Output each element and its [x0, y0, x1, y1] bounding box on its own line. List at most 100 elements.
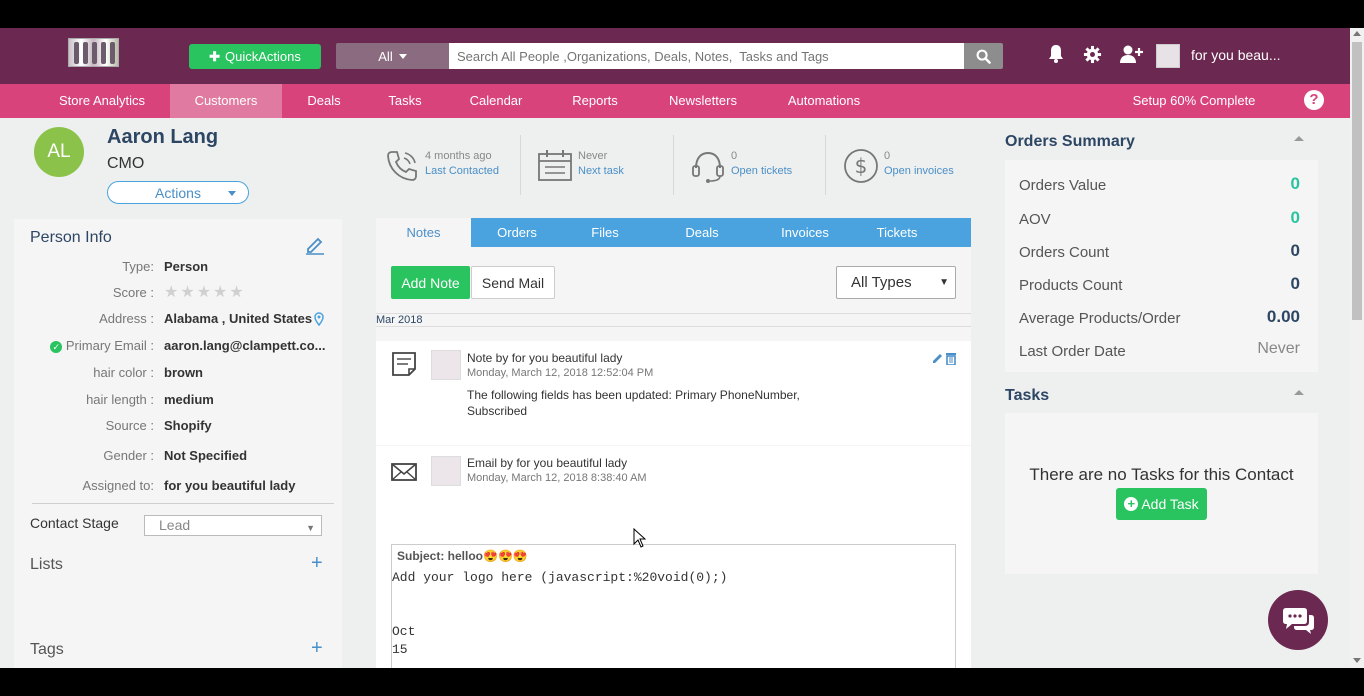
search-icon — [976, 49, 991, 64]
star-icon[interactable]: ★ — [213, 285, 227, 301]
svg-text:$: $ — [855, 154, 868, 178]
collapse-icon[interactable] — [1294, 390, 1304, 395]
user-name[interactable]: for you beau... — [1191, 47, 1281, 63]
setup-progress-link[interactable]: Setup 60% Complete — [1124, 84, 1264, 118]
hair-color-value: brown — [164, 365, 203, 380]
collapse-icon[interactable] — [1294, 136, 1304, 141]
mouse-cursor-icon — [633, 528, 646, 548]
nav-tasks[interactable]: Tasks — [374, 84, 436, 118]
scroll-down-icon[interactable] — [1353, 658, 1361, 663]
nav-deals[interactable]: Deals — [294, 84, 354, 118]
add-note-button[interactable]: Add Note — [391, 266, 470, 299]
star-icon[interactable]: ★ — [180, 285, 194, 301]
map-pin-icon[interactable] — [314, 312, 324, 326]
star-icon[interactable]: ★ — [229, 285, 243, 301]
person-info-panel: Person Info Type: Person Score : ★ ★ ★ ★… — [14, 219, 342, 668]
scroll-up-icon[interactable] — [1353, 31, 1361, 36]
tab-orders[interactable]: Orders — [471, 218, 563, 247]
nav-reports[interactable]: Reports — [560, 84, 630, 118]
person-info-title: Person Info — [30, 229, 112, 246]
hair-color-label: hair color : — [93, 365, 154, 380]
search-bar: All — [336, 43, 1003, 69]
tab-deals[interactable]: Deals — [666, 218, 738, 247]
info-row-address: Address : Alabama , United States — [14, 311, 342, 331]
contact-stage-value: Lead — [159, 517, 191, 533]
nav-newsletters[interactable]: Newsletters — [660, 84, 746, 118]
star-icon[interactable]: ★ — [197, 285, 211, 301]
detail-tabs: Notes Orders Files Deals Invoices Ticket… — [376, 218, 971, 247]
headset-icon — [692, 151, 724, 183]
address-label: Address : — [99, 311, 154, 326]
caret-down-icon — [228, 191, 236, 196]
caret-down-icon: ▼ — [306, 523, 315, 533]
email-preview: Subject: helloo😍😍😍 Add your logo here (j… — [391, 544, 956, 668]
caret-down-icon: ▼ — [939, 277, 949, 288]
chat-launcher[interactable] — [1268, 590, 1328, 650]
trash-icon[interactable] — [945, 351, 957, 365]
next-task-link[interactable]: Next task — [578, 165, 624, 177]
score-label: Score : — [112, 285, 154, 300]
scrollbar-thumb[interactable] — [1352, 42, 1362, 320]
search-scope-dropdown[interactable]: All — [336, 43, 449, 69]
add-task-label: Add Task — [1141, 496, 1199, 512]
app-window: ✚ QuickActions All for you bea — [0, 28, 1364, 668]
nav-customers[interactable]: Customers — [170, 84, 282, 118]
open-tickets-value: 0 — [731, 150, 738, 162]
tasks-empty-message: There are no Tasks for this Contact — [1029, 465, 1294, 484]
caret-down-icon — [398, 53, 407, 59]
search-button[interactable] — [964, 43, 1003, 69]
orders-count-row: Orders Count 0 — [1005, 237, 1318, 267]
info-row-source: Source : Shopify — [14, 418, 342, 438]
search-input[interactable] — [449, 43, 964, 69]
edit-pencil-icon[interactable] — [931, 351, 943, 365]
tab-tickets[interactable]: Tickets — [861, 218, 933, 247]
score-stars[interactable]: ★ ★ ★ ★ ★ — [164, 285, 244, 301]
search-scope-label: All — [378, 48, 393, 64]
tasks-panel: There are no Tasks for this Contact + Ad… — [1005, 413, 1318, 574]
actions-dropdown[interactable]: Actions — [107, 181, 249, 204]
contact-stage-select[interactable]: Lead ▼ — [144, 515, 322, 536]
email-value[interactable]: aaron.lang@clampett.co... — [164, 338, 326, 353]
add-tag-icon[interactable]: + — [311, 637, 323, 660]
main-nav: Store Analytics Customers Deals Tasks Ca… — [0, 84, 1350, 118]
edit-icon[interactable] — [304, 233, 326, 255]
add-user-icon[interactable] — [1118, 44, 1144, 64]
source-value: Shopify — [164, 418, 212, 433]
stat-divider — [520, 135, 521, 195]
tab-invoices[interactable]: Invoices — [766, 218, 844, 247]
open-tickets-link[interactable]: Open tickets — [731, 165, 792, 177]
stat-divider — [825, 135, 826, 195]
info-row-gender: Gender : Not Specified — [14, 448, 342, 468]
send-mail-button[interactable]: Send Mail — [471, 266, 555, 299]
help-icon[interactable]: ? — [1304, 90, 1324, 110]
brand-logo[interactable] — [68, 38, 119, 67]
nav-store-analytics[interactable]: Store Analytics — [44, 84, 160, 118]
nav-calendar[interactable]: Calendar — [460, 84, 532, 118]
open-invoices-link[interactable]: Open invoices — [884, 165, 954, 177]
last-contacted-link[interactable]: Last Contacted — [425, 165, 499, 177]
tab-notes[interactable]: Notes — [376, 218, 471, 247]
note-type-value: All Types — [851, 274, 912, 291]
star-icon[interactable]: ★ — [164, 285, 178, 301]
user-avatar[interactable] — [1156, 44, 1180, 68]
address-value: Alabama , United States — [164, 311, 313, 326]
plus-circle-icon: + — [1124, 497, 1139, 511]
tags-label: Tags — [30, 641, 64, 658]
bell-icon[interactable] — [1046, 44, 1066, 64]
info-row-assigned: Assigned to: for you beautiful lady — [14, 478, 342, 498]
tab-files[interactable]: Files — [563, 218, 647, 247]
open-invoices-value: 0 — [884, 150, 891, 162]
last-order-value: Never — [1257, 340, 1300, 357]
quick-actions-button[interactable]: ✚ QuickActions — [189, 44, 321, 69]
note-type-filter[interactable]: All Types ▼ — [836, 266, 956, 299]
add-task-button[interactable]: + Add Task — [1116, 488, 1207, 520]
envelope-icon — [391, 463, 417, 481]
orders-summary-panel: Orders Value 0 AOV 0 Orders Count 0 Prod… — [1005, 160, 1318, 372]
gender-label: Gender : — [103, 448, 154, 463]
note-icon — [392, 352, 416, 376]
email-label: ✓ Primary Email : — [50, 338, 154, 353]
nav-automations[interactable]: Automations — [776, 84, 872, 118]
contact-avatar: AL — [34, 127, 84, 177]
add-list-icon[interactable]: + — [311, 552, 323, 575]
gear-icon[interactable] — [1082, 44, 1102, 64]
